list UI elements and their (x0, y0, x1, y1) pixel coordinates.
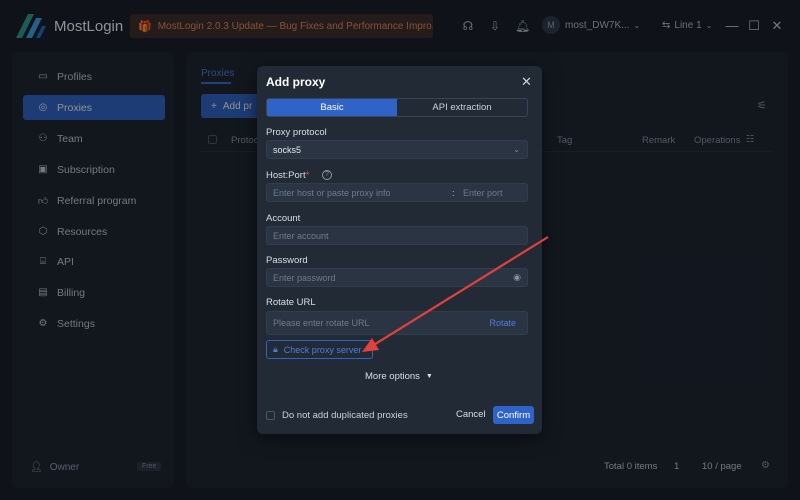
check-proxy-server-button[interactable]: 🔒︎ Check proxy server (266, 340, 373, 359)
account-label: Account (266, 213, 301, 224)
add-proxy-dialog: Add proxy ✕ Basic API extraction Proxy p… (257, 66, 542, 434)
cancel-button[interactable]: Cancel (456, 409, 486, 420)
close-icon[interactable]: ✕ (521, 74, 532, 90)
more-options-toggle[interactable]: More options ▼ (365, 371, 433, 382)
rotate-url-input[interactable]: Please enter rotate URL Rotate (266, 311, 528, 335)
password-label: Password (266, 255, 308, 266)
rotate-url-placeholder: Please enter rotate URL (273, 318, 370, 328)
account-placeholder: Enter account (273, 230, 329, 241)
confirm-button[interactable]: Confirm (493, 406, 534, 424)
password-input[interactable]: Enter password ◉ (266, 268, 528, 287)
host-input[interactable]: Enter host or paste proxy info (273, 188, 391, 198)
proxy-protocol-label: Proxy protocol (266, 127, 327, 138)
more-options-label: More options (365, 371, 420, 382)
caret-down-icon: ▼ (425, 373, 433, 380)
chevron-down-icon: ⌄ (513, 145, 520, 154)
port-input[interactable]: Enter port (463, 188, 503, 198)
password-placeholder: Enter password (273, 272, 336, 283)
proxy-protocol-select[interactable]: socks5 ⌄ (266, 140, 528, 159)
rotate-url-label: Rotate URL (266, 297, 316, 308)
required-marker: * (305, 170, 310, 181)
help-icon[interactable]: ? (321, 170, 332, 181)
tab-basic[interactable]: Basic (267, 99, 397, 116)
host-port-label: Host:Port* ? (266, 170, 332, 181)
no-duplicates-option[interactable]: Do not add duplicated proxies (266, 410, 408, 421)
tab-api-extraction[interactable]: API extraction (397, 99, 527, 116)
no-duplicates-checkbox[interactable] (266, 411, 275, 420)
host-port-label-text: Host:Port (266, 170, 306, 181)
host-port-field: Enter host or paste proxy info : Enter p… (266, 183, 528, 202)
check-proxy-label: Check proxy server (283, 344, 362, 355)
no-duplicates-label: Do not add duplicated proxies (282, 410, 408, 421)
account-input[interactable]: Enter account (266, 226, 528, 245)
lock-icon: 🔒︎ (273, 344, 278, 354)
mode-switch: Basic API extraction (266, 98, 528, 117)
rotate-link[interactable]: Rotate (489, 318, 516, 328)
dialog-title: Add proxy (266, 75, 326, 89)
eye-off-icon[interactable]: ◉ (513, 272, 521, 283)
host-port-separator: : (452, 187, 455, 198)
proxy-protocol-value: socks5 (273, 144, 302, 155)
